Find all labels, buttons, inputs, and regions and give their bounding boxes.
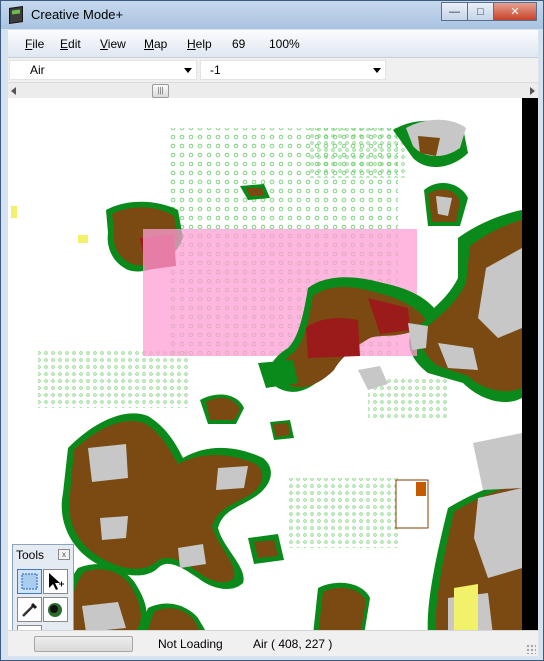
scroll-thumb[interactable]: ||| xyxy=(152,84,169,98)
tools-title: Tools xyxy=(16,548,45,562)
foliage-area xyxy=(288,478,398,548)
arrow-move-icon xyxy=(49,573,64,590)
chevron-down-icon xyxy=(373,68,381,73)
picker-tool[interactable] xyxy=(17,597,42,622)
dotted-rect-icon xyxy=(21,573,38,590)
sand-patch xyxy=(454,584,478,635)
client-area: File Edit View Map Help 69 100% Air -1 |… xyxy=(8,30,538,656)
menu-view-rest: iew xyxy=(107,37,126,51)
block-data-value: -1 xyxy=(210,63,221,77)
menu-view-mnemonic: V xyxy=(100,37,108,51)
resize-grip-icon[interactable] xyxy=(526,644,536,654)
menu-help-mnemonic: H xyxy=(187,37,196,51)
block-data-select[interactable]: -1 xyxy=(200,60,386,80)
menu-file-rest: ile xyxy=(32,37,45,51)
close-button[interactable]: ✕ xyxy=(493,2,537,21)
menu-file[interactable]: File xyxy=(25,37,44,51)
stone-patch xyxy=(100,516,128,540)
block-info: Air ( 408, 227 ) xyxy=(253,637,333,651)
menu-help[interactable]: Help xyxy=(187,37,212,51)
selector-bar: Air -1 xyxy=(8,58,538,82)
menu-view[interactable]: View xyxy=(100,37,126,51)
horizontal-scrollbar[interactable]: ||| xyxy=(8,82,538,98)
menu-edit[interactable]: Edit xyxy=(60,37,81,51)
paint-bucket-icon xyxy=(48,603,62,617)
tools-palette: Tools x xyxy=(12,544,74,643)
minimize-button[interactable]: — xyxy=(441,2,468,21)
dirt-patch xyxy=(273,423,290,437)
scroll-right-icon[interactable] xyxy=(530,87,535,95)
eyedropper-icon xyxy=(22,602,38,617)
menu-map-rest: ap xyxy=(154,37,168,51)
tools-close-button[interactable]: x xyxy=(58,549,70,560)
loading-progress-bar xyxy=(34,636,133,652)
fill-tool[interactable] xyxy=(43,597,68,622)
app-window: Creative Mode+ — □ ✕ File Edit View Map … xyxy=(0,0,544,661)
redstone-patch xyxy=(306,318,360,358)
block-type-value: Air xyxy=(30,63,45,77)
menu-edit-rest: dit xyxy=(68,37,81,51)
title-bar[interactable]: Creative Mode+ — □ ✕ xyxy=(1,1,543,29)
sand-patch xyxy=(11,206,17,218)
menu-edit-mnemonic: E xyxy=(60,37,69,51)
map-canvas[interactable]: Tools x xyxy=(8,98,538,643)
scroll-left-icon[interactable] xyxy=(11,87,16,95)
menu-help-rest: elp xyxy=(195,37,212,51)
window-controls: — □ ✕ xyxy=(441,2,537,21)
window-title: Creative Mode+ xyxy=(31,7,124,22)
stone-patch xyxy=(216,466,248,490)
level-indicator: 69 xyxy=(232,37,246,51)
foliage-area xyxy=(308,128,408,178)
status-bar: Not Loading Air ( 408, 227 ) xyxy=(8,630,538,656)
menu-bar: File Edit View Map Help 69 100% xyxy=(8,30,538,58)
stone-patch xyxy=(88,444,128,482)
move-tool[interactable] xyxy=(43,569,68,594)
sand-patch xyxy=(78,235,88,243)
stone-patch xyxy=(178,544,206,568)
dirt-patch xyxy=(254,540,278,558)
block-type-select[interactable]: Air xyxy=(9,60,197,80)
menu-map[interactable]: Map xyxy=(144,37,167,51)
zoom-indicator: 100% xyxy=(269,37,300,51)
app-icon xyxy=(9,6,23,24)
maximize-button[interactable]: □ xyxy=(467,2,494,21)
loading-status: Not Loading xyxy=(158,637,223,651)
foliage-area xyxy=(38,348,188,408)
select-tool[interactable] xyxy=(17,569,42,594)
map-render[interactable] xyxy=(8,98,538,643)
menu-map-mnemonic: M xyxy=(144,37,154,51)
chest-block xyxy=(416,482,426,496)
chevron-down-icon xyxy=(184,68,192,73)
dirt-patch xyxy=(318,587,366,635)
